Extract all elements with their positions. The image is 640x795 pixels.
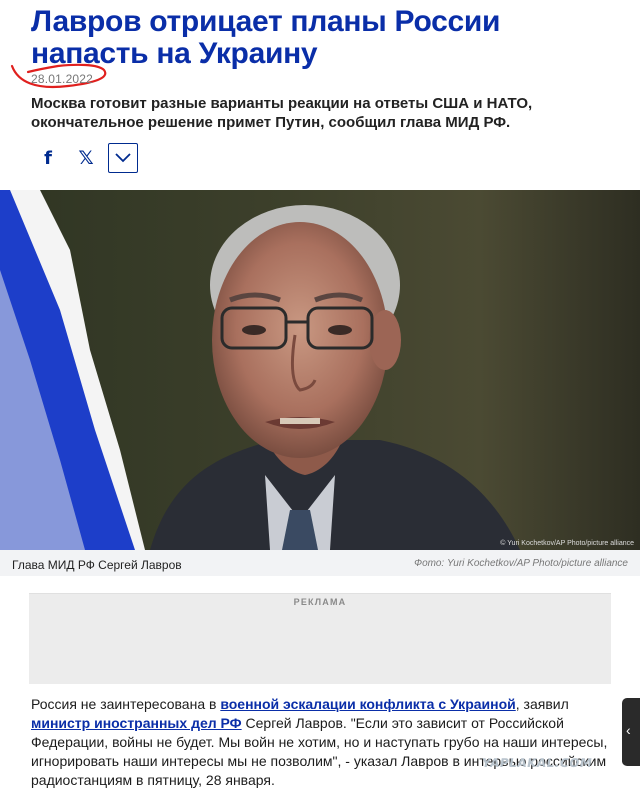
x-icon: 𝕏 [78, 147, 94, 169]
photo-caption-bar: Глава МИД РФ Сергей Лавров Фото: Yuri Ko… [0, 550, 640, 576]
link-military-escalation[interactable]: военной эскалации конфликта с Украиной [220, 696, 515, 712]
portrait-image [0, 190, 640, 550]
photo-credit: Фото: Yuri Kochetkov/AP Photo/picture al… [414, 558, 628, 569]
side-panel-tab[interactable]: ‹ [622, 698, 640, 766]
link-foreign-minister[interactable]: министр иностранных дел РФ [31, 715, 242, 731]
advertisement-slot[interactable]: РЕКЛАМА [29, 593, 611, 684]
chevron-left-icon: ‹ [626, 722, 631, 738]
more-share-button[interactable] [108, 143, 138, 173]
article-headline: Лавров отрицает планы России напасть на … [31, 5, 501, 70]
ad-label: РЕКЛАМА [293, 597, 347, 607]
body-text-part: Россия не заинтересована в [31, 696, 221, 712]
photo-caption: Глава МИД РФ Сергей Лавров [12, 558, 182, 572]
article-page: Лавров отрицает планы России напасть на … [0, 0, 640, 795]
site-watermark: YAPLAKAL.COM [480, 756, 594, 770]
chevron-down-icon [115, 153, 131, 163]
article-teaser: Москва готовит разные варианты реакции н… [31, 95, 533, 131]
facebook-icon: f [44, 147, 52, 169]
x-share-button[interactable]: 𝕏 [71, 143, 101, 173]
facebook-share-button[interactable]: f [33, 143, 63, 173]
body-text-part: , заявил [515, 696, 569, 712]
publish-date: 28.01.2022 [31, 72, 94, 86]
article-photo[interactable] [0, 190, 640, 550]
article-body-paragraph: Россия не заинтересована в военной эскал… [31, 695, 615, 790]
photo-overlay-credit: © Yuri Kochetkov/AP Photo/picture allian… [500, 540, 634, 547]
